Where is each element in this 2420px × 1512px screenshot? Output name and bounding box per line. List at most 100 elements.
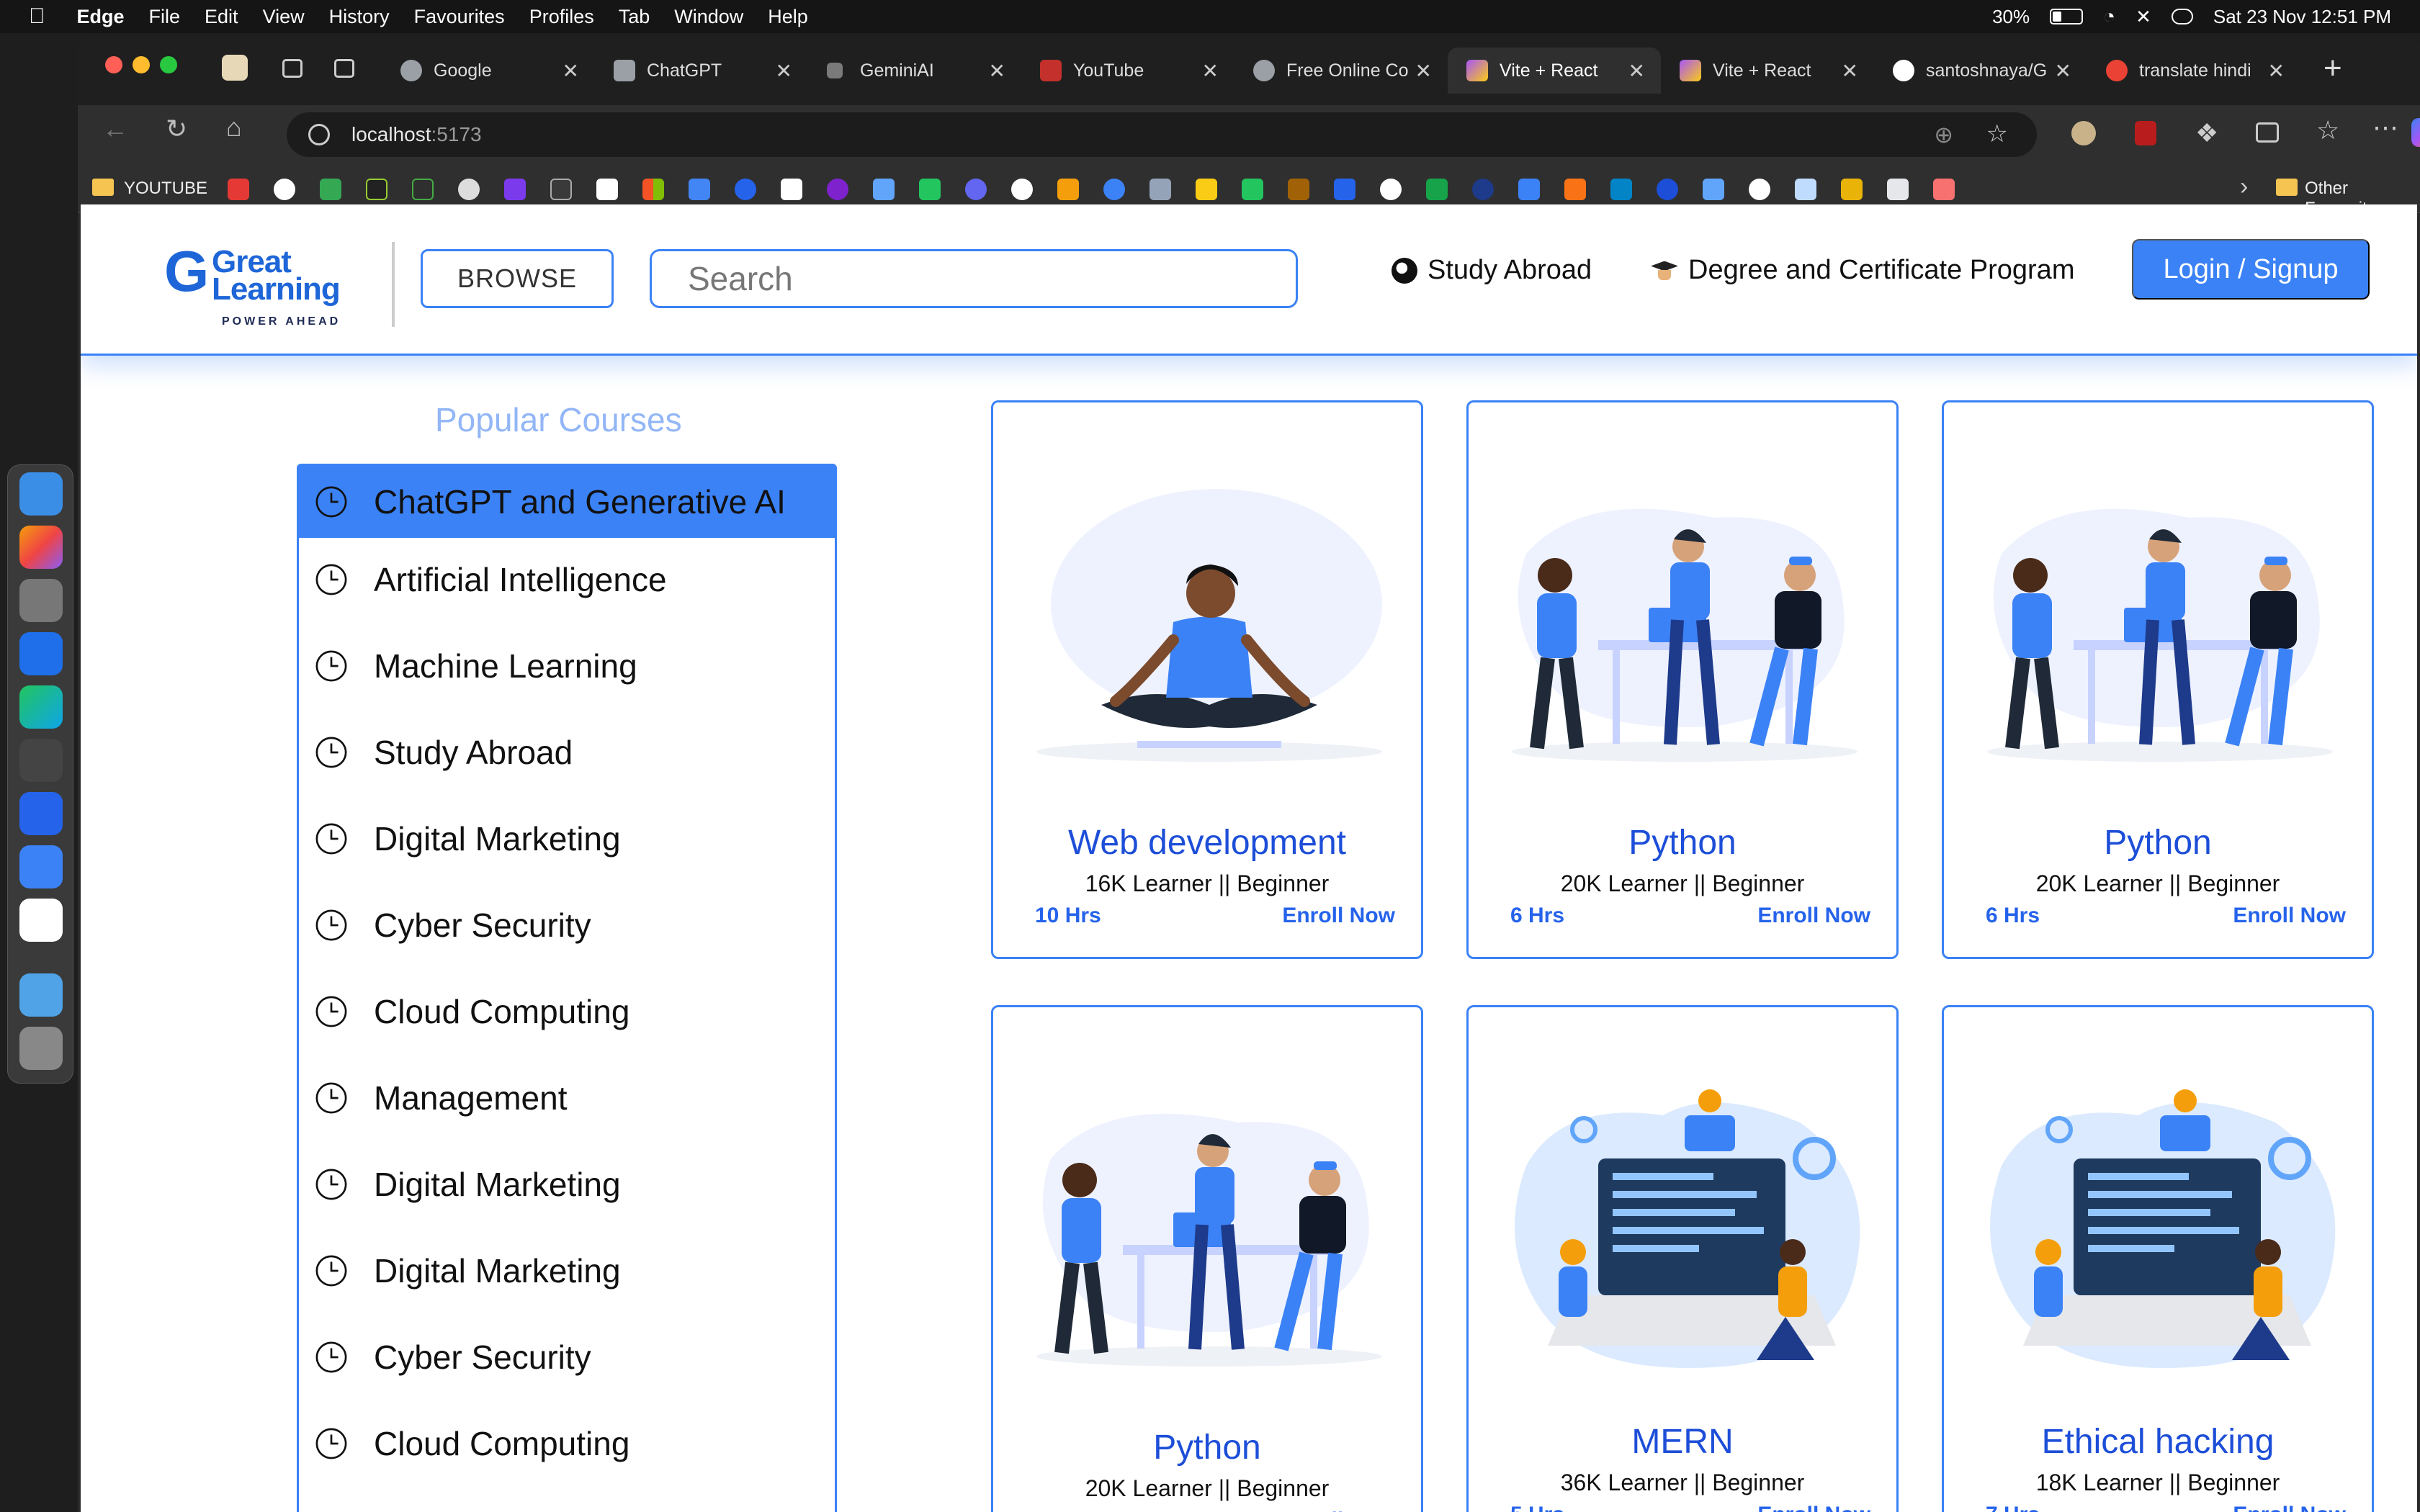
close-tab-icon[interactable]: ✕: [563, 59, 579, 83]
back-icon[interactable]: ←: [102, 114, 128, 144]
sidebar-item-course[interactable]: ChatGPT and Generative AI: [299, 466, 835, 538]
login-signup-button[interactable]: Login / Signup: [2132, 239, 2370, 300]
study-abroad-link[interactable]: Study Abroad: [1392, 255, 1592, 286]
menu-help[interactable]: Help: [768, 6, 808, 28]
sidebar-item-course[interactable]: Cloud Computing: [299, 976, 835, 1048]
menu-profiles[interactable]: Profiles: [529, 6, 594, 28]
tab-actions-icon[interactable]: [334, 59, 354, 78]
enroll-now-link[interactable]: Enroll Now: [2233, 1503, 2346, 1512]
youtube-icon[interactable]: [228, 179, 249, 200]
split-screen-icon[interactable]: [2256, 122, 2279, 143]
bookmark-icon[interactable]: [1426, 179, 1448, 200]
sidebar-item-course[interactable]: Cloud Computing: [299, 1408, 835, 1480]
docs-icon[interactable]: [689, 179, 710, 200]
refresh-icon[interactable]: ↻: [166, 114, 187, 144]
bookmark-icon[interactable]: [412, 179, 434, 200]
sidebar-item-course[interactable]: Digital Marketing: [299, 1235, 835, 1307]
menu-clock[interactable]: Sat 23 Nov 12:51 PM: [2213, 6, 2391, 28]
tab-chatgpt[interactable]: ChatGPT ✕: [595, 48, 808, 94]
tab-gemini[interactable]: GeminiAI ✕: [808, 48, 1021, 94]
course-title[interactable]: Python: [1944, 823, 2372, 863]
medium-icon[interactable]: [1703, 179, 1724, 200]
bookmark-icon[interactable]: [965, 179, 987, 200]
sidebar-item-course[interactable]: Digital Marketing: [299, 803, 835, 875]
menu-favourites[interactable]: Favourites: [414, 6, 505, 28]
close-tab-icon[interactable]: ✕: [1202, 59, 1219, 83]
course-title[interactable]: Python: [993, 1428, 1421, 1467]
close-tab-icon[interactable]: ✕: [989, 59, 1005, 83]
enroll-now-link[interactable]: Enroll Now: [1282, 904, 1395, 928]
tab-vite-react-active[interactable]: Vite + React ✕: [1448, 48, 1661, 94]
launchpad-icon[interactable]: [19, 526, 63, 569]
course-title[interactable]: Web development: [993, 823, 1421, 863]
chevron-right-icon[interactable]: ›: [2240, 173, 2248, 201]
control-center-icon[interactable]: [2171, 9, 2193, 24]
document-icon[interactable]: [1887, 179, 1909, 200]
calendar-icon[interactable]: [19, 899, 63, 942]
wifi-icon[interactable]: ◔: [2103, 5, 2115, 28]
enroll-now-link[interactable]: Enroll Now: [1757, 1503, 1870, 1512]
bookmark-icon[interactable]: [1564, 179, 1586, 200]
sidebar-item-course[interactable]: Cyber Security: [299, 1321, 835, 1393]
bookmark-icon[interactable]: [1610, 179, 1632, 200]
bookmark-icon[interactable]: [1196, 179, 1217, 200]
profile-avatar[interactable]: [222, 55, 248, 81]
notion-icon[interactable]: [596, 179, 618, 200]
sidebar-item-course[interactable]: Study Abroad: [299, 716, 835, 788]
course-card[interactable]: Web development 16K Learner || Beginner 10…: [991, 400, 1423, 959]
course-title[interactable]: MERN: [1469, 1422, 1896, 1462]
microsoft-icon[interactable]: [642, 179, 664, 200]
bookmark-icon[interactable]: [1841, 179, 1863, 200]
zoom-window-button[interactable]: [160, 56, 177, 73]
close-tab-icon[interactable]: ✕: [2268, 59, 2285, 83]
menu-app-name[interactable]: Edge: [77, 6, 125, 28]
drive-icon[interactable]: [320, 179, 341, 200]
site-info-icon[interactable]: [308, 124, 330, 145]
menu-view[interactable]: View: [263, 6, 305, 28]
sidebar-item-course[interactable]: Machine Learning: [299, 630, 835, 702]
bookmark-icon[interactable]: [1334, 179, 1355, 200]
google-icon[interactable]: [1749, 179, 1770, 200]
course-card[interactable]: MERN 36K Learner || Beginner 5 Hrs Enroll N…: [1466, 1005, 1899, 1512]
bluetooth-icon[interactable]: ✕: [2136, 6, 2151, 28]
bookmark-icon[interactable]: [1795, 179, 1816, 200]
course-card[interactable]: Python 20K Learner || Beginner 6 Hrs Enroll…: [1466, 400, 1899, 959]
bookmark-icon[interactable]: [781, 179, 802, 200]
bookmark-icon[interactable]: [504, 179, 526, 200]
chatgpt-icon[interactable]: [458, 179, 480, 200]
bookmark-icon[interactable]: [1518, 179, 1540, 200]
course-title[interactable]: Ethical hacking: [1944, 1422, 2372, 1462]
close-tab-icon[interactable]: ✕: [1842, 59, 1858, 83]
finder-icon[interactable]: [19, 472, 63, 516]
sidebar-item-course[interactable]: Management: [299, 1062, 835, 1134]
davinci-icon[interactable]: [19, 739, 63, 782]
close-tab-icon[interactable]: ✕: [2055, 59, 2071, 83]
home-icon[interactable]: ⌂: [226, 112, 242, 143]
bookmark-icon[interactable]: [550, 179, 572, 200]
bookmark-youtube-folder[interactable]: YOUTUBE: [124, 179, 207, 199]
close-tab-icon[interactable]: ✕: [1628, 59, 1645, 83]
favourites-icon[interactable]: ☆: [2316, 115, 2339, 145]
tab-free-online-courses[interactable]: Free Online Co ✕: [1234, 48, 1448, 94]
tab-translate[interactable]: translate hindi ✕: [2087, 48, 2300, 94]
tab-google[interactable]: Google ✕: [382, 48, 595, 94]
bookmark-icon[interactable]: [366, 179, 387, 200]
sidebar-item-course[interactable]: Artificial Intelligence: [299, 544, 835, 616]
bookmark-icon[interactable]: [1150, 179, 1171, 200]
menu-window[interactable]: Window: [674, 6, 743, 28]
browse-button[interactable]: BROWSE: [421, 249, 614, 308]
menu-history[interactable]: History: [329, 6, 390, 28]
apple-icon[interactable]: : [29, 4, 45, 29]
github-icon[interactable]: [1011, 179, 1033, 200]
bookmark-icon[interactable]: [1103, 179, 1125, 200]
system-settings-icon[interactable]: [19, 579, 63, 622]
minimize-window-button[interactable]: [133, 56, 150, 73]
sidebar-item-course[interactable]: Cyber Security: [299, 889, 835, 961]
bookmark-icon[interactable]: [1288, 179, 1309, 200]
enroll-now-link[interactable]: Enroll Now: [1757, 904, 1870, 928]
amazon-icon[interactable]: [1057, 179, 1079, 200]
battery-icon[interactable]: [2050, 9, 2084, 24]
bookmark-icon[interactable]: [873, 179, 895, 200]
course-title[interactable]: Python: [1469, 823, 1896, 863]
enroll-now-link[interactable]: Enroll Now: [1282, 1508, 1395, 1512]
